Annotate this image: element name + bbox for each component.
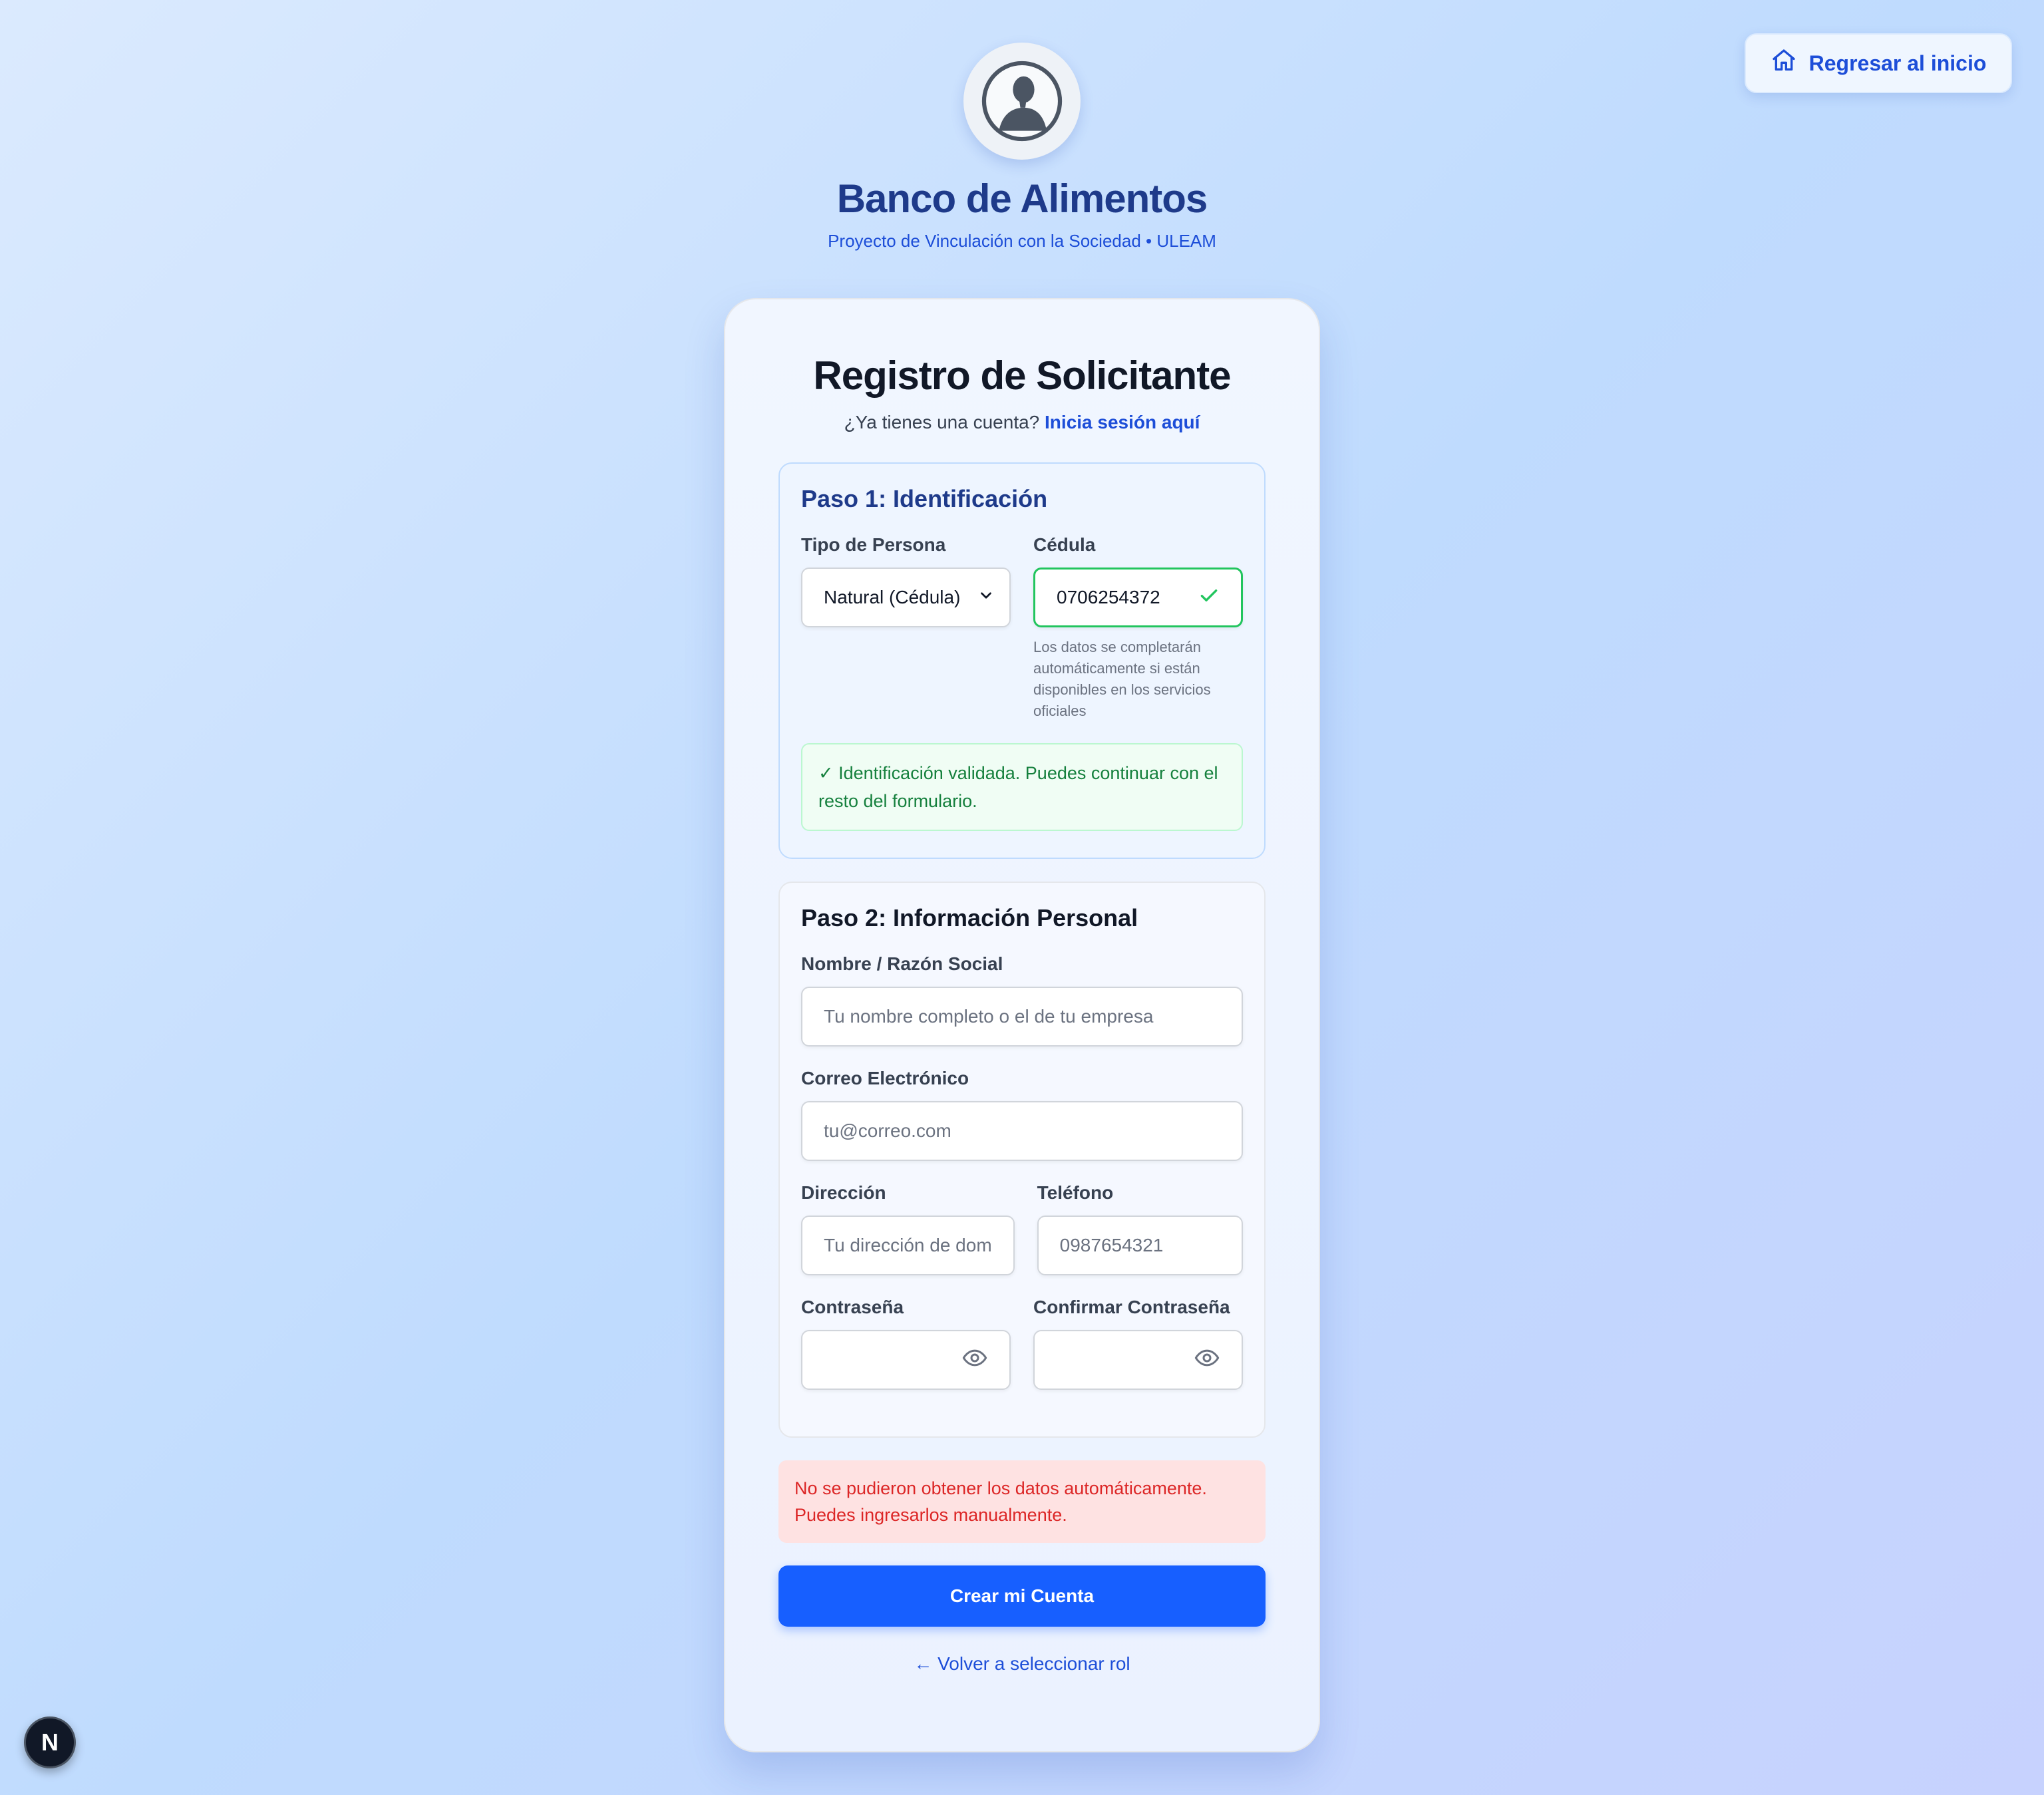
check-icon: [1198, 585, 1220, 611]
validation-success-message: ✓ Identificación validada. Puedes contin…: [801, 743, 1243, 831]
person-type-value: Natural (Cédula): [824, 587, 961, 607]
login-prompt-text: ¿Ya tienes una cuenta?: [844, 412, 1040, 432]
step1-title: Paso 1: Identificación: [801, 485, 1048, 512]
brand-title: Banco de Alimentos: [836, 176, 1208, 221]
form-title: Registro de Solicitante: [813, 353, 1231, 398]
back-to-role-link[interactable]: ← Volver a seleccionar rol: [778, 1653, 1266, 1675]
login-link[interactable]: Inicia sesión aquí: [1045, 412, 1200, 432]
id-label: Cédula: [1033, 534, 1096, 555]
name-input[interactable]: Tu nombre completo o el de tu empresa: [801, 987, 1243, 1047]
password-label: Contraseña: [801, 1297, 904, 1317]
id-value: 0706254372: [1057, 587, 1160, 607]
step1-section: Paso 1: Identificación Tipo de Persona N…: [778, 462, 1266, 859]
autofill-error-message: No se pudieron obtener los datos automát…: [778, 1460, 1266, 1543]
password-input[interactable]: [801, 1330, 1011, 1390]
chevron-down-icon: [977, 587, 995, 609]
email-input[interactable]: tu@correo.com: [801, 1101, 1243, 1161]
eye-icon[interactable]: [961, 1345, 988, 1376]
id-input[interactable]: 0706254372: [1033, 568, 1243, 627]
address-input[interactable]: Tu dirección de dom: [801, 1216, 1015, 1275]
create-account-button[interactable]: Crear mi Cuenta: [778, 1565, 1266, 1627]
confirm-password-label: Confirmar Contraseña: [1033, 1297, 1230, 1317]
dev-tools-badge[interactable]: N: [24, 1716, 76, 1768]
person-type-select[interactable]: Natural (Cédula): [801, 568, 1011, 627]
brand-subtitle: Proyecto de Vinculación con la Sociedad …: [828, 231, 1216, 251]
eye-icon[interactable]: [1194, 1345, 1220, 1376]
confirm-password-input[interactable]: [1033, 1330, 1243, 1390]
person-type-label: Tipo de Persona: [801, 534, 946, 555]
step2-title: Paso 2: Información Personal: [801, 904, 1138, 931]
portrait-logo: [963, 43, 1081, 160]
name-label: Nombre / Razón Social: [801, 953, 1003, 974]
address-label: Dirección: [801, 1182, 886, 1203]
phone-input[interactable]: 0987654321: [1037, 1216, 1243, 1275]
login-prompt: ¿Ya tienes una cuenta? Inicia sesión aqu…: [778, 412, 1266, 433]
id-hint: Los datos se completarán automáticamente…: [1033, 639, 1211, 719]
phone-label: Teléfono: [1037, 1182, 1114, 1203]
registration-card: Registro de Solicitante ¿Ya tienes una c…: [724, 298, 1320, 1752]
page-header: Banco de Alimentos Proyecto de Vinculaci…: [0, 43, 2044, 251]
step2-section: Paso 2: Información Personal Nombre / Ra…: [778, 882, 1266, 1438]
email-label: Correo Electrónico: [801, 1068, 969, 1088]
